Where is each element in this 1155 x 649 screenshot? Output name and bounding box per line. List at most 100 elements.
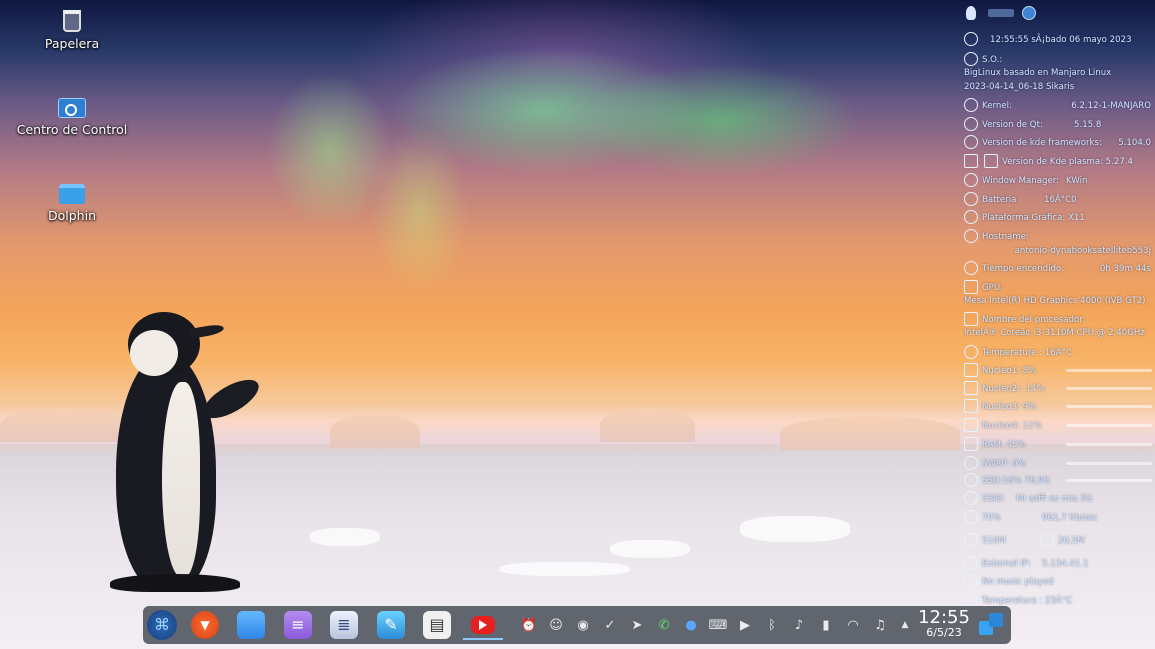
conky-os-build: 2023-04-14_06-18 Sikaris xyxy=(964,82,1075,92)
plasma-icon xyxy=(984,154,998,168)
graphics-icon xyxy=(964,210,978,224)
gpu-icon xyxy=(964,280,978,294)
tray-vault[interactable]: ● xyxy=(682,616,700,634)
user-icon: ☺ xyxy=(549,617,563,633)
biglinux-logo-icon: ⌘ xyxy=(154,615,170,634)
taskbar-app-files[interactable] xyxy=(237,611,265,639)
globe-icon xyxy=(1022,6,1036,20)
conky-gpu-value: Mesa Intel(R) HD Graphics 4000 (IVB GT2) xyxy=(964,296,1146,306)
taskbar-app-youtube[interactable] xyxy=(469,611,497,639)
tray-battery[interactable]: ▮ xyxy=(817,616,835,634)
battery-icon xyxy=(964,192,978,206)
desktop-icon-label: Papelera xyxy=(44,36,100,51)
tray-network[interactable]: ◠ xyxy=(844,616,862,634)
taskbar-app-brave[interactable]: ▼ xyxy=(191,611,219,639)
conky-graphics-platform: Plataforma Grafica: X11 xyxy=(962,210,1155,224)
taskbar-app-notes[interactable]: ≡ xyxy=(284,611,312,639)
ice-ridge xyxy=(780,416,960,450)
conky-core: Nucleo4: 11% xyxy=(962,418,1155,432)
conky-os-label: S.O.: xyxy=(962,52,1155,66)
ice-floe xyxy=(500,562,630,576)
core-usage-bar xyxy=(1066,424,1152,427)
tray-bluetooth[interactable]: ᛒ xyxy=(763,616,781,634)
tray-media-player[interactable]: ▶ xyxy=(736,616,754,634)
conky-kernel: Kernel: 6.2.12-1-MANJARO xyxy=(962,98,1155,112)
thermometer-icon xyxy=(964,593,978,607)
expand-tray-icon: ▲ xyxy=(901,619,909,630)
clock-time[interactable]: 12:55 xyxy=(916,607,972,628)
ice-ridge xyxy=(600,408,695,442)
conky-uptime: Tiempo encendido: 0h 39m 44s xyxy=(962,261,1155,275)
tray-audio[interactable]: ♪ xyxy=(790,616,808,634)
tray-telegram[interactable]: ➤ xyxy=(628,616,646,634)
kernel-icon xyxy=(964,98,978,112)
conky-battery: Batteria 16Â°C0 xyxy=(962,192,1155,206)
conky-cpu-value: IntelÂ® Coreâ¢ i3-3110M CPU @ 2.40GHz xyxy=(964,328,1145,338)
upload-icon xyxy=(1040,533,1054,547)
ram-usage-bar xyxy=(1066,443,1152,446)
tray-alarm[interactable]: ⏰ xyxy=(520,616,538,634)
conky-hostname: Hostname: xyxy=(962,229,1155,243)
conky-kde-frameworks: Version de kde frameworks: 5.104.0 xyxy=(962,135,1155,149)
tray-whatsapp[interactable]: ✆ xyxy=(655,616,673,634)
conky-cpu-temperature: Temperature : 16Â°C xyxy=(962,345,1155,359)
launcher-button[interactable]: ⌘ xyxy=(147,610,177,640)
taskbar-app-document-viewer[interactable]: ▤ xyxy=(423,611,451,639)
tray-expand-button[interactable]: ▲ xyxy=(896,616,914,634)
ice-ridge xyxy=(330,414,420,448)
taskbar-app-documents[interactable]: ≣ xyxy=(330,611,358,639)
conky-window-manager: Window Manager: KWin xyxy=(962,173,1155,187)
bluetooth-icon: ᛒ xyxy=(768,617,776,633)
desktop-icon-dolphin[interactable]: Dolphin xyxy=(12,184,132,223)
qt-icon xyxy=(964,117,978,131)
tray-tasks[interactable]: ✓ xyxy=(601,616,619,634)
tray-keyboard[interactable]: ⌨ xyxy=(709,616,728,634)
distro-badge-icon xyxy=(988,9,1014,17)
thermometer-icon xyxy=(964,345,978,359)
lock-icon: ● xyxy=(685,617,697,633)
clock-date[interactable]: 6/5/23 xyxy=(916,626,972,639)
external-ip-icon xyxy=(964,556,978,570)
conky-core: Nucleo3: 9% xyxy=(962,399,1155,413)
alarm-icon: ⏰ xyxy=(520,617,538,633)
youtube-icon xyxy=(471,616,495,634)
document-viewer-icon: ▤ xyxy=(429,615,445,634)
music-icon xyxy=(964,574,978,588)
plasma-icon xyxy=(964,154,978,168)
memory-icon xyxy=(964,437,978,451)
conky-external-ip: External IP: 5.134.41.1 xyxy=(962,556,1155,570)
tray-user[interactable]: ☺ xyxy=(547,616,565,634)
telegram-icon: ➤ xyxy=(631,617,643,633)
text-editor-icon: ✎ xyxy=(384,615,398,634)
notes-icon: ≡ xyxy=(291,615,305,634)
whatsapp-icon: ✆ xyxy=(658,617,670,633)
ssd-usage-bar xyxy=(1066,479,1152,482)
conky-music: No music played xyxy=(962,574,1155,588)
conky-header-icons xyxy=(962,4,1155,24)
ice-floe xyxy=(310,528,380,546)
kde-frameworks-icon xyxy=(964,135,978,149)
show-desktop-button[interactable] xyxy=(979,613,1003,637)
speaker-icon: ♫ xyxy=(874,617,886,633)
clock-icon xyxy=(964,32,978,46)
core-icon xyxy=(964,381,978,395)
conky-kde-plasma: Version de Kde plasma: 5.27.4 xyxy=(962,154,1155,168)
conky-core: Nucleo1: 8% xyxy=(962,363,1155,377)
penguin-illustration xyxy=(90,312,265,592)
discord-icon: ◉ xyxy=(577,617,589,633)
desktop-icon-control-center[interactable]: Centro de Control xyxy=(12,98,132,137)
core-icon xyxy=(964,399,978,413)
tray-volume[interactable]: ♫ xyxy=(871,616,889,634)
download-icon xyxy=(964,533,978,547)
tray-discord[interactable]: ◉ xyxy=(574,616,592,634)
wifi-icon: ◠ xyxy=(847,617,859,633)
battery-icon: ▮ xyxy=(822,617,830,633)
taskbar-app-text-editor[interactable]: ✎ xyxy=(377,611,405,639)
core-icon xyxy=(964,418,978,432)
conky-qt: Version de Qt: 5.15.8 xyxy=(962,117,1155,131)
tux-icon xyxy=(966,6,976,20)
desktop-icon-trash[interactable]: Papelera xyxy=(12,10,132,51)
window-manager-icon xyxy=(964,173,978,187)
conky-hostname-value: antonio-dynabooksatelliteb553j xyxy=(1014,246,1151,256)
eye-icon xyxy=(964,229,978,243)
